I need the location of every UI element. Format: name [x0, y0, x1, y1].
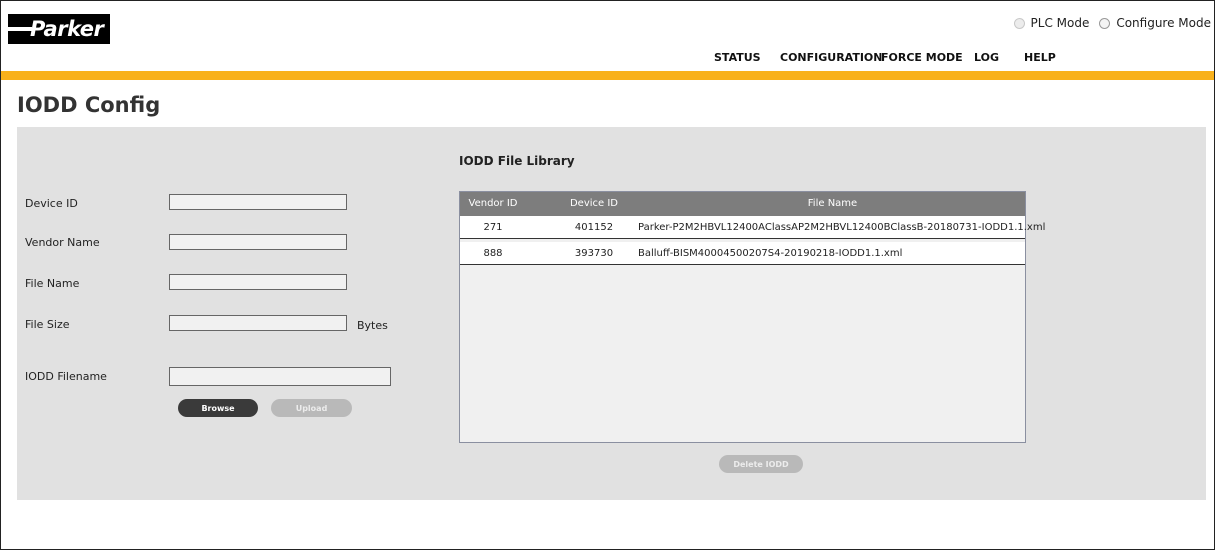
vendor-name-input[interactable] [169, 234, 347, 250]
nav-force-mode[interactable]: FORCE MODE [881, 51, 963, 64]
table-row[interactable]: 888 393730 Balluff-BISM40004500207S4-201… [460, 242, 1025, 265]
configure-mode-label: Configure Mode [1116, 16, 1211, 30]
plc-mode-label: PLC Mode [1030, 16, 1090, 30]
plc-mode-option[interactable]: PLC Mode [1013, 16, 1090, 30]
configure-mode-radio-icon[interactable] [1099, 17, 1111, 29]
row-device-id: 393730 [574, 248, 614, 259]
nav-help[interactable]: HELP [1024, 51, 1056, 64]
mode-selector: PLC Mode Configure Mode [1004, 16, 1211, 30]
library-title: IODD File Library [459, 154, 575, 168]
row-file-name: Parker-P2M2HBVL12400AClassAP2M2HBVL12400… [638, 222, 1046, 233]
device-id-input[interactable] [169, 194, 347, 210]
delete-iodd-button[interactable]: Delete IODD [719, 455, 803, 473]
row-file-name: Balluff-BISM40004500207S4-20190218-IODD1… [638, 248, 903, 259]
iodd-filename-input[interactable] [169, 367, 391, 386]
iodd-filename-label: IODD Filename [25, 370, 107, 383]
nav-log[interactable]: LOG [974, 51, 999, 64]
table-header: Vendor ID Device ID File Name [460, 192, 1025, 216]
nav-status[interactable]: STATUS [714, 51, 761, 64]
file-size-input[interactable] [169, 315, 347, 331]
iodd-config-panel: Device ID Vendor Name File Name File Siz… [17, 127, 1206, 500]
logo-text: Parker [30, 17, 104, 41]
row-vendor-id: 888 [483, 248, 503, 259]
iodd-file-table: Vendor ID Device ID File Name 271 401152… [459, 191, 1045, 443]
file-size-unit: Bytes [357, 319, 388, 332]
col-file-name: File Name [807, 198, 858, 209]
table-row[interactable]: 271 401152 Parker-P2M2HBVL12400AClassAP2… [460, 216, 1045, 239]
file-size-label: File Size [25, 318, 70, 331]
configure-mode-option[interactable]: Configure Mode [1099, 16, 1211, 30]
parker-logo: Parker [8, 14, 110, 44]
file-name-label: File Name [25, 277, 80, 290]
col-device-id: Device ID [569, 198, 619, 209]
upload-button[interactable]: Upload [271, 399, 352, 417]
accent-stripe [1, 71, 1214, 80]
plc-mode-radio-icon[interactable] [1013, 17, 1025, 29]
col-vendor-id: Vendor ID [468, 198, 518, 209]
file-name-input[interactable] [169, 274, 347, 290]
device-id-label: Device ID [25, 197, 78, 210]
row-device-id: 401152 [574, 222, 614, 233]
row-vendor-id: 271 [483, 222, 503, 233]
vendor-name-label: Vendor Name [25, 236, 100, 249]
page-title: IODD Config [17, 93, 161, 117]
logo-bar [8, 27, 32, 31]
browse-button[interactable]: Browse [178, 399, 258, 417]
nav-configuration[interactable]: CONFIGURATION [780, 51, 882, 64]
